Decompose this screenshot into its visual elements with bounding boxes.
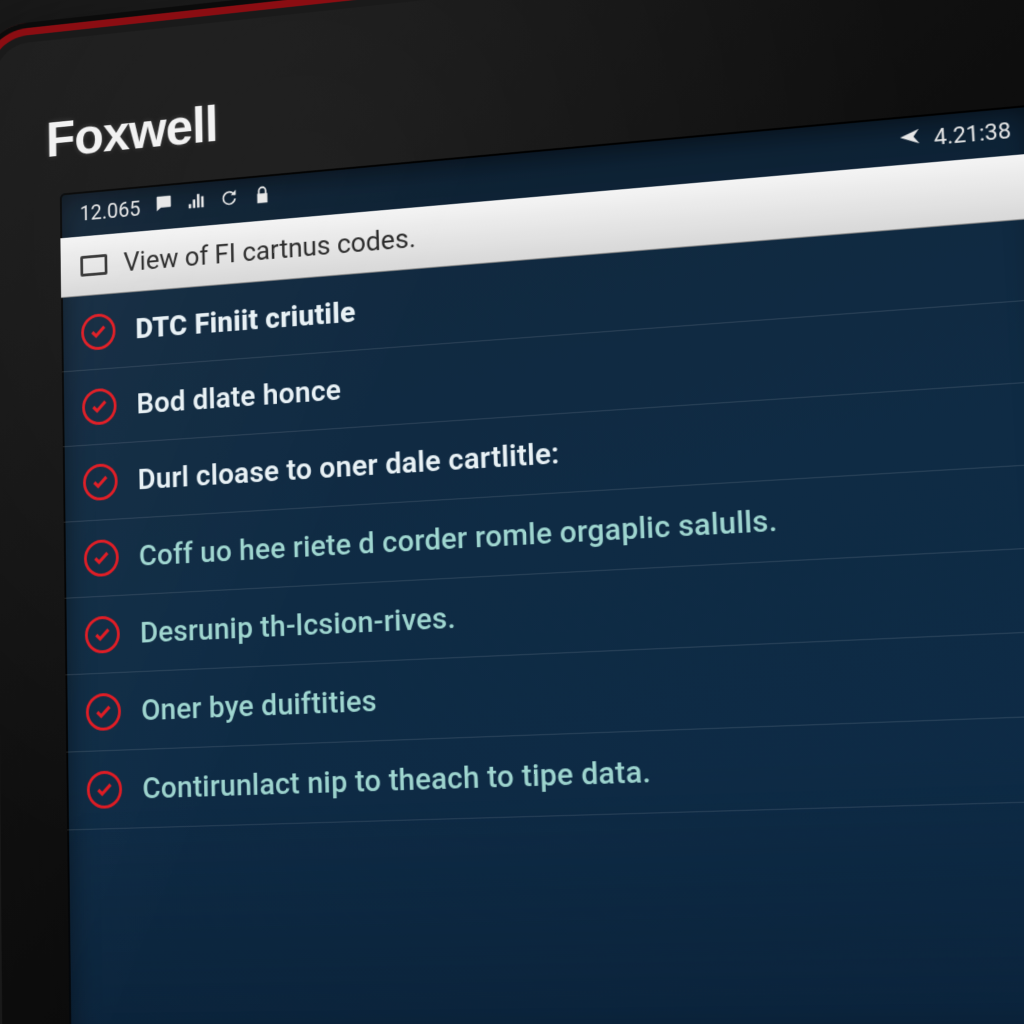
- screen: 12.065 4.21:38: [60, 105, 1024, 1024]
- menu-item-label: DTC Finiit criutile: [135, 295, 356, 346]
- screen-title: View of FI cartnus codes.: [123, 222, 416, 278]
- sync-icon: [218, 187, 239, 215]
- menu-item-label: Bod dlate honce: [136, 373, 341, 421]
- check-icon: [81, 313, 116, 352]
- signal-icon: [186, 190, 207, 218]
- menu-item-label: Coff uo hee riete d corder romle orgapli…: [139, 503, 779, 573]
- menu-item-label: Durl cloase to oner dale cartlitle:: [137, 436, 560, 497]
- brand-printed: Foxwell: [46, 95, 218, 169]
- menu-item-label: Contirunlact nip to theach to tipe data.: [142, 754, 651, 806]
- check-icon: [83, 463, 118, 502]
- menu-list: DTC Finiit criutile Bod dlate honce Durl…: [61, 218, 1024, 830]
- check-icon: [86, 693, 121, 732]
- chat-icon: [153, 193, 173, 221]
- lock-icon: [252, 184, 273, 212]
- check-icon: [85, 615, 120, 654]
- plane-icon: [898, 125, 923, 155]
- menu-item-label: Oner bye duiftities: [141, 683, 377, 727]
- check-icon: [87, 770, 123, 809]
- check-icon: [82, 387, 117, 426]
- status-clock: 4.21:38: [933, 118, 1012, 150]
- status-left-label: 12.065: [80, 197, 141, 226]
- check-icon: [84, 539, 119, 578]
- menu-item-label: Desrunip th-lcsion-rives.: [140, 600, 456, 650]
- device-bezel: Foxwell Foxwell 12.065: [0, 0, 1024, 1024]
- view-box-icon: [80, 253, 107, 276]
